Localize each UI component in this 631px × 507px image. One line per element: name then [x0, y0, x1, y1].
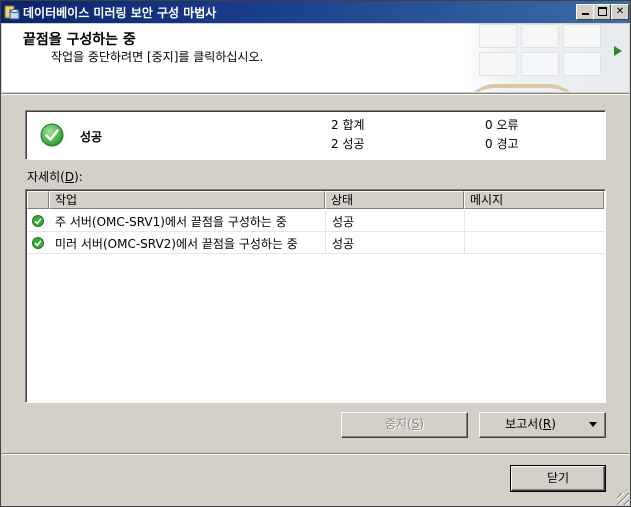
play-arrow-icon [614, 46, 622, 56]
column-header-message[interactable]: 메시지 [464, 191, 604, 209]
total-count: 2 합계 [331, 118, 365, 132]
list-item[interactable]: 주 서버(OMC-SRV1)에서 끝점을 구성하는 중 성공 [27, 210, 605, 232]
details-list[interactable]: 작업 상태 메시지 주 서버(OMC-SRV1)에서 끝점을 구성하는 중 성공… [25, 189, 606, 403]
task-status: 성공 [332, 215, 355, 229]
page-subtitle: 작업을 중단하려면 [중지]를 클릭하십시오. [51, 50, 264, 64]
report-button[interactable]: 보고서(R) [479, 412, 606, 438]
column-header-status[interactable]: 상태 [325, 191, 464, 209]
database-wizard-icon [4, 5, 20, 20]
wizard-banner: 끝점을 구성하는 중 작업을 중단하려면 [중지]를 클릭하십시오. [2, 24, 629, 92]
task-text: 주 서버(OMC-SRV1)에서 끝점을 구성하는 중 [55, 215, 287, 229]
column-header-icon[interactable] [27, 191, 49, 209]
success-check-icon [32, 237, 44, 249]
footer-divider [2, 453, 629, 455]
warning-count: 0 경고 [485, 137, 519, 151]
list-item[interactable]: 미러 서버(OMC-SRV2)에서 끝점을 구성하는 중 성공 [27, 232, 605, 254]
error-count: 0 오류 [485, 118, 519, 132]
result-summary-panel: 성공 2 합계 2 성공 0 오류 0 경고 [25, 110, 606, 160]
task-status: 성공 [332, 237, 355, 251]
wizard-window: 데이터베이스 미러링 보안 구성 마법사 ✕ 끝점을 구성하는 중 작업을 중단… [0, 0, 631, 507]
title-bar[interactable]: 데이터베이스 미러링 보안 구성 마법사 ✕ [1, 1, 630, 23]
success-check-icon [32, 215, 44, 227]
resize-grip-icon[interactable] [617, 493, 629, 505]
stop-button[interactable]: 중지(S) [341, 412, 468, 438]
dropdown-arrow-icon [589, 422, 597, 427]
column-header-task[interactable]: 작업 [49, 191, 325, 209]
minimize-icon [581, 13, 589, 15]
success-check-icon [40, 123, 64, 147]
overall-status: 성공 [80, 130, 103, 144]
page-title: 끝점을 구성하는 중 [23, 32, 136, 48]
close-window-button[interactable]: ✕ [611, 4, 629, 20]
minimize-button[interactable] [576, 4, 594, 20]
banner-decoration [459, 24, 629, 92]
details-label: 자세히(D): [27, 170, 83, 184]
success-count: 2 성공 [331, 137, 365, 151]
close-icon: ✕ [615, 6, 625, 17]
task-text: 미러 서버(OMC-SRV2)에서 끝점을 구성하는 중 [55, 237, 298, 251]
banner-divider [2, 93, 629, 95]
maximize-button[interactable] [593, 4, 611, 20]
close-button[interactable]: 닫기 [510, 465, 606, 492]
maximize-icon [597, 7, 607, 16]
window-title: 데이터베이스 미러링 보안 구성 마법사 [23, 6, 217, 20]
